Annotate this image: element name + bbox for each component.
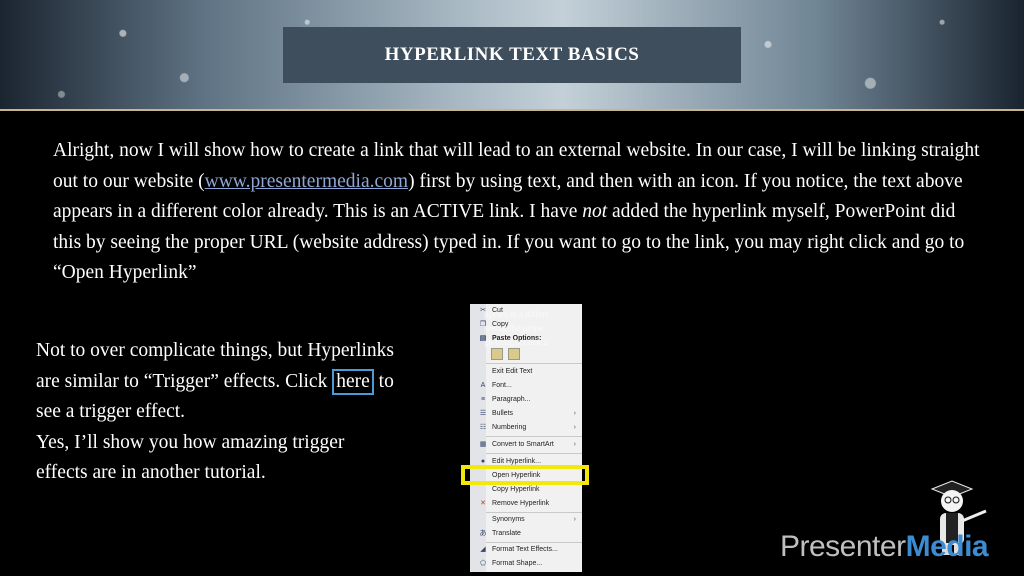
numbering-icon: ☷ (479, 424, 487, 431)
menu-edit-hyperlink-label: Edit Hyperlink... (492, 458, 542, 465)
open-hyperlink-highlight (461, 465, 589, 485)
presentermedia-logo: PresenterMedia (780, 530, 989, 564)
bullets-icon: ☰ (479, 410, 487, 417)
here-link[interactable]: here (332, 368, 374, 395)
menu-font-label: Font... (492, 382, 512, 389)
menu-translate[interactable]: あ Translate (480, 529, 521, 539)
menu-convert-smartart[interactable]: ▦ Convert to SmartArt › (480, 440, 582, 450)
menu-paragraph-label: Paragraph... (492, 396, 531, 403)
submenu-arrow-icon: › (573, 516, 576, 523)
slide-title-text: HYPERLINK TEXT BASICS (384, 44, 640, 65)
text-effects-icon: ◢ (480, 546, 486, 553)
trigger-note: Yes, I’ll show you how amazing trigger e… (36, 431, 345, 484)
menu-format-text-effects-label: Format Text Effects... (492, 546, 558, 553)
menu-numbering-label: Numbering (492, 424, 527, 431)
paragraph-icon: ≡ (480, 396, 486, 403)
paste-keep-format-button[interactable] (491, 348, 503, 360)
menu-translate-label: Translate (492, 530, 521, 537)
ghost-line: ppears in a differe (484, 309, 550, 319)
menu-remove-hyperlink-label: Remove Hyperlink (492, 500, 550, 507)
ghost-line: go to right click a (484, 337, 548, 347)
logo-text-presenter: Presenter (780, 530, 906, 563)
intro-paragraph: Alright, now I will show how to create a… (53, 136, 983, 289)
menu-format-text-effects[interactable]: ◢ Format Text Effects... (480, 545, 558, 555)
paste-picture-button[interactable] (508, 348, 520, 360)
menu-bullets[interactable]: ☰ Bullets › (480, 409, 582, 419)
ghost-line: seeing the prope (484, 323, 543, 333)
logo-text-media: Media (905, 530, 989, 563)
menu-synonyms-label: Synonyms (492, 516, 525, 523)
menu-separator (486, 542, 582, 543)
menu-separator (486, 453, 582, 454)
menu-separator (486, 512, 582, 513)
ghost-background-text: ppears in a differe seeing the prope go … (484, 307, 584, 349)
menu-numbering[interactable]: ☷ Numbering › (480, 423, 582, 433)
remove-link-icon: ✕ (480, 500, 486, 507)
intro-emphasis: not (582, 201, 608, 222)
menu-exit-edit[interactable]: Exit Edit Text (492, 367, 532, 377)
submenu-arrow-icon: › (573, 424, 576, 431)
menu-separator (486, 436, 582, 437)
menu-font[interactable]: A Font... (481, 381, 512, 391)
menu-convert-label: Convert to SmartArt (492, 441, 554, 448)
trigger-paragraph: Not to over complicate things, but Hyper… (36, 336, 396, 489)
menu-copy-hyperlink[interactable]: Copy Hyperlink (492, 485, 539, 495)
menu-exit-edit-label: Exit Edit Text (492, 368, 533, 375)
menu-bullets-label: Bullets (492, 410, 514, 417)
menu-format-shape-label: Format Shape... (492, 560, 543, 567)
menu-format-shape[interactable]: ⬠ Format Shape... (480, 559, 543, 569)
menu-synonyms[interactable]: Synonyms › (492, 515, 582, 525)
slide-title: HYPERLINK TEXT BASICS (283, 27, 741, 83)
banner-divider (0, 109, 1024, 111)
menu-remove-hyperlink[interactable]: ✕ Remove Hyperlink (480, 499, 550, 509)
submenu-arrow-icon: › (573, 410, 576, 417)
menu-copy-hyperlink-label: Copy Hyperlink (492, 486, 540, 493)
menu-separator (486, 363, 582, 364)
menu-paragraph[interactable]: ≡ Paragraph... (481, 395, 531, 405)
translate-icon: あ (479, 530, 487, 537)
smartart-icon: ▦ (479, 441, 487, 448)
font-icon: A (480, 382, 486, 389)
website-link[interactable]: www.presentermedia.com (205, 171, 408, 192)
submenu-arrow-icon: › (573, 441, 576, 448)
format-shape-icon: ⬠ (479, 560, 487, 567)
